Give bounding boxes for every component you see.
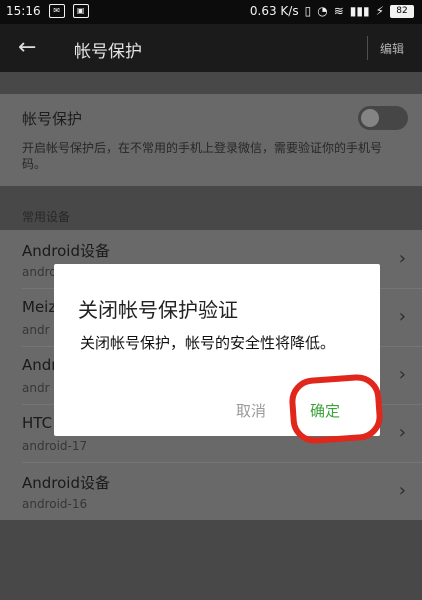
red-highlight-annotation — [287, 372, 385, 446]
dialog-message: 关闭帐号保护，帐号的安全性将降低。 — [80, 334, 336, 352]
dialog-title: 关闭帐号保护验证 — [78, 298, 238, 322]
cancel-button[interactable]: 取消 — [236, 400, 266, 421]
